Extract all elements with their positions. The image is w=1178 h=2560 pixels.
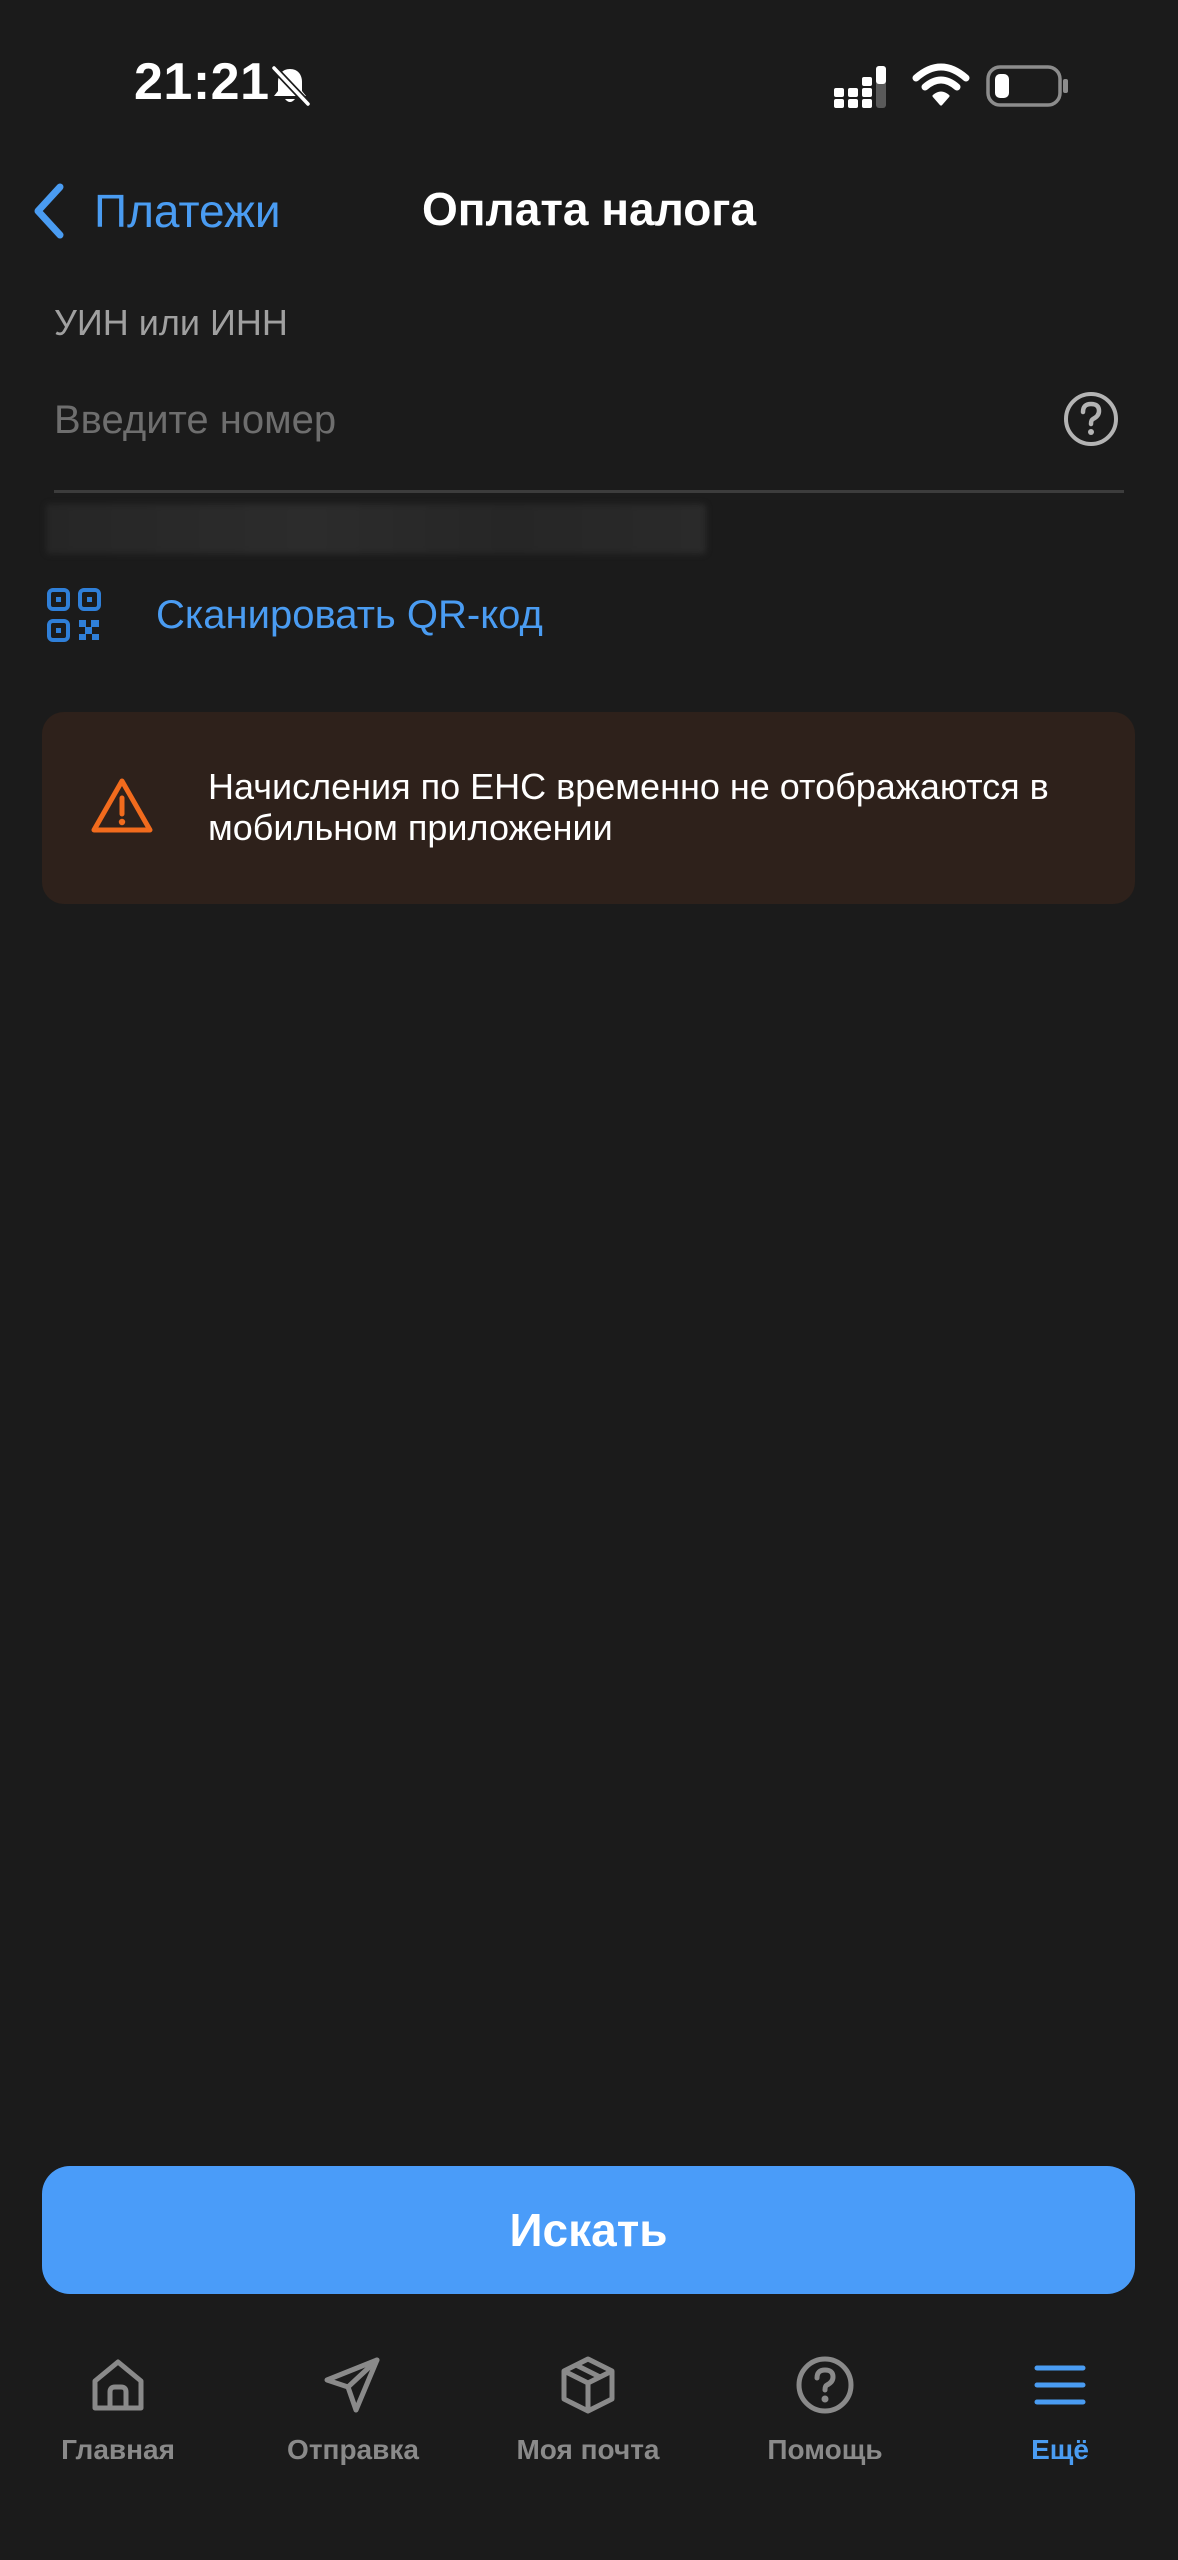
bell-muted-icon xyxy=(271,65,311,107)
package-icon xyxy=(561,2356,615,2414)
tab-more[interactable]: Ещё xyxy=(942,2340,1178,2470)
scan-qr-label: Сканировать QR-код xyxy=(156,592,543,637)
page-title-text: Оплата налога xyxy=(421,183,757,235)
qr-code-icon xyxy=(47,588,101,642)
warning-triangle-icon xyxy=(91,778,153,833)
warning-banner: Начисления по ЕНС временно не отображают… xyxy=(42,712,1135,904)
tab-more-label: Ещё xyxy=(1031,2434,1089,2465)
tab-send-label: Отправка xyxy=(287,2434,419,2465)
scan-qr-button[interactable]: Сканировать QR-код xyxy=(46,584,543,646)
tab-home[interactable]: Главная xyxy=(0,2340,236,2470)
home-icon xyxy=(92,2359,144,2411)
input-underline xyxy=(54,490,1124,493)
cellular-signal-icon xyxy=(834,66,886,108)
tab-home-label: Главная xyxy=(61,2434,175,2465)
help-icon xyxy=(796,2356,854,2414)
warning-text: Начисления по ЕНС временно не отображают… xyxy=(208,766,1049,848)
tab-my-mail-label: Моя почта xyxy=(516,2434,660,2465)
question-circle-icon[interactable] xyxy=(1062,390,1120,448)
tab-help[interactable]: Помощь xyxy=(707,2340,943,2470)
wifi-icon xyxy=(912,63,970,106)
tab-send[interactable]: Отправка xyxy=(235,2340,471,2470)
page-title: Оплата налога xyxy=(0,182,1178,236)
battery-icon xyxy=(986,65,1068,107)
send-icon xyxy=(324,2357,380,2413)
screen: 21:21 Платежи Оплата налога УИН или ИНН … xyxy=(0,0,1178,2560)
tab-bar: Главная Отправка Моя почта Помощь Ещё xyxy=(0,2340,1178,2470)
menu-icon xyxy=(1034,2365,1086,2405)
status-time: 21:21 xyxy=(134,53,270,111)
blurred-hint xyxy=(46,504,706,554)
uin-inn-input[interactable] xyxy=(54,382,1034,458)
uin-inn-label: УИН или ИНН xyxy=(54,302,288,343)
tab-help-label: Помощь xyxy=(767,2434,883,2465)
search-button[interactable]: Искать xyxy=(42,2166,1135,2294)
tab-my-mail[interactable]: Моя почта xyxy=(470,2340,706,2470)
